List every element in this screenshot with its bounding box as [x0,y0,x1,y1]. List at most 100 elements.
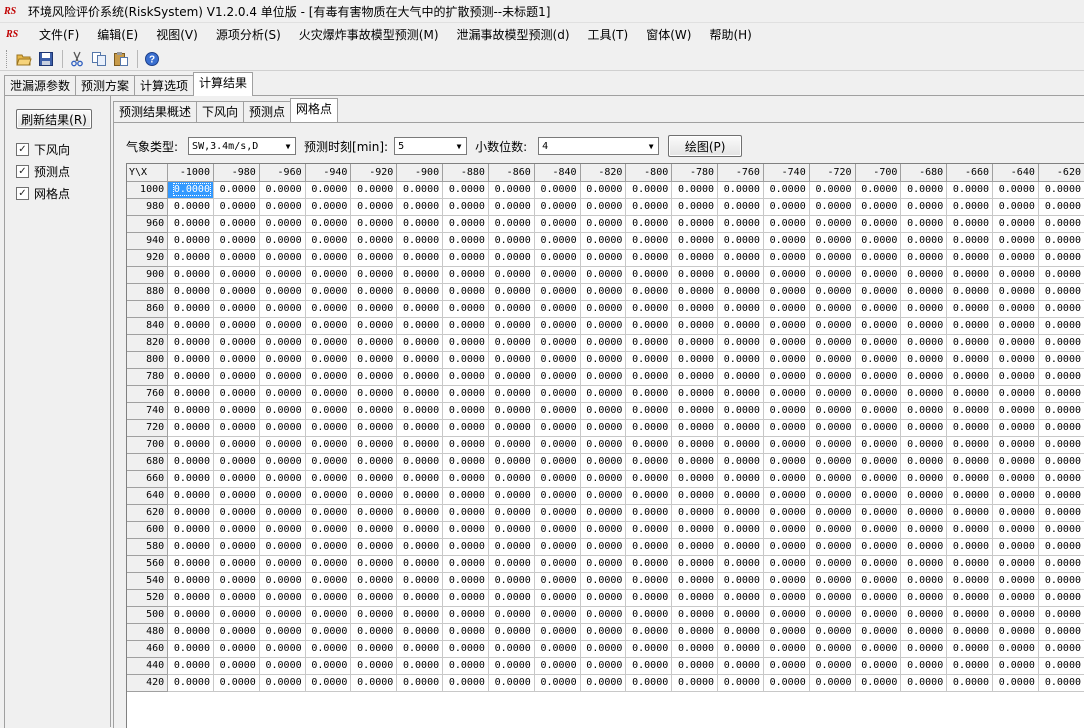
grid-cell[interactable]: 0.0000 [580,419,627,437]
concentration-grid[interactable]: Y\X -1000 -980 -960 -940 -920 -900 -880 -860 -840… [127,164,1084,692]
grid-cell[interactable]: 0.0000 [809,385,856,403]
grid-cell[interactable]: 0.0000 [167,487,214,505]
grid-cell[interactable]: 0.0000 [855,419,902,437]
grid-cell[interactable]: 0.0000 [167,283,214,301]
grid-cell[interactable]: 0.0000 [717,334,764,352]
grid-cell[interactable]: 0.0000 [900,266,948,284]
grid-cell[interactable]: 0.0000 [855,538,902,556]
grid-cell[interactable]: 0.0000 [992,674,1039,692]
grid-cell[interactable]: 0.0000 [855,657,902,675]
grid-cell[interactable]: 0.0000 [671,538,719,556]
grid-cell[interactable]: 0.0000 [580,538,627,556]
grid-cell[interactable]: 0.0000 [167,334,214,352]
grid-cell[interactable]: 0.0000 [396,487,444,505]
grid-cell[interactable]: 0.0000 [900,640,948,658]
grid-cell[interactable]: 0.0000 [717,300,764,318]
grid-cell[interactable]: 0.0000 [213,487,260,505]
grid-cell[interactable]: 0.0000 [717,538,764,556]
grid-cell[interactable]: 0.0000 [580,640,627,658]
grid-cell[interactable]: 0.0000 [717,555,764,573]
grid-cell[interactable]: 0.0000 [809,317,856,335]
menu-fire-explosion[interactable]: 火灾爆炸事故模型预测(M) [290,26,448,43]
grid-cell[interactable]: 0.0000 [305,572,352,590]
grid-cell[interactable]: 0.0000 [580,555,627,573]
grid-cell[interactable]: 0.0000 [167,181,214,199]
menu-view[interactable]: 视图(V) [147,26,207,43]
grid-cell[interactable]: 0.0000 [396,538,444,556]
grid-cell[interactable]: 0.0000 [946,674,994,692]
grid-cell[interactable]: 0.0000 [671,436,719,454]
grid-cell[interactable]: 0.0000 [213,351,260,369]
grid-cell[interactable]: 0.0000 [534,334,581,352]
grid-cell[interactable]: 0.0000 [1038,572,1084,590]
grid-cell[interactable]: 0.0000 [946,215,994,233]
grid-cell[interactable]: 0.0000 [213,266,260,284]
grid-cell[interactable]: 0.0000 [809,249,856,267]
grid-cell[interactable]: 0.0000 [625,504,673,522]
grid-cell[interactable]: 0.0000 [625,538,673,556]
grid-cell[interactable]: 0.0000 [488,300,535,318]
grid-cell[interactable]: 0.0000 [534,402,581,420]
grid-cell[interactable]: 0.0000 [900,521,948,539]
grid-cell[interactable]: 0.0000 [442,317,489,335]
grid-cell[interactable]: 0.0000 [855,283,902,301]
grid-cell[interactable]: 0.0000 [213,334,260,352]
grid-cell[interactable]: 0.0000 [946,589,994,607]
grid-cell[interactable]: 0.0000 [1038,402,1084,420]
grid-cell[interactable]: 0.0000 [717,351,764,369]
grid-cell[interactable]: 0.0000 [350,453,398,471]
grid-cell[interactable]: 0.0000 [167,589,214,607]
grid-cell[interactable]: 0.0000 [350,215,398,233]
grid-cell[interactable]: 0.0000 [488,572,535,590]
menu-help[interactable]: 帮助(H) [700,26,760,43]
grid-cell[interactable]: 0.0000 [717,402,764,420]
grid-cell[interactable]: 0.0000 [213,198,260,216]
grid-cell[interactable]: 0.0000 [442,538,489,556]
grid-cell[interactable]: 0.0000 [305,334,352,352]
grid-cell[interactable]: 0.0000 [763,198,810,216]
grid-cell[interactable]: 0.0000 [671,266,719,284]
grid-cell[interactable]: 0.0000 [213,232,260,250]
grid-cell[interactable]: 0.0000 [763,402,810,420]
grid-cell[interactable]: 0.0000 [992,623,1039,641]
grid-cell[interactable]: 0.0000 [900,198,948,216]
grid-cell[interactable]: 0.0000 [855,385,902,403]
grid-cell[interactable]: 0.0000 [1038,436,1084,454]
grid-cell[interactable]: 0.0000 [442,368,489,386]
grid-cell[interactable]: 0.0000 [350,368,398,386]
grid-cell[interactable]: 0.0000 [946,606,994,624]
grid-cell[interactable]: 0.0000 [855,249,902,267]
grid-cell[interactable]: 0.0000 [763,487,810,505]
grid-cell[interactable]: 0.0000 [717,419,764,437]
grid-cell[interactable]: 0.0000 [763,470,810,488]
grid-cell[interactable]: 0.0000 [396,402,444,420]
grid-cell[interactable]: 0.0000 [900,334,948,352]
grid-cell[interactable]: 0.0000 [900,572,948,590]
grid-cell[interactable]: 0.0000 [946,572,994,590]
grid-cell[interactable]: 0.0000 [855,674,902,692]
save-icon[interactable] [36,49,56,69]
grid-cell[interactable]: 0.0000 [213,300,260,318]
grid-cell[interactable]: 0.0000 [671,402,719,420]
grid-cell[interactable]: 0.0000 [259,232,306,250]
grid-cell[interactable]: 0.0000 [946,504,994,522]
decimal-places-select[interactable]: 4 ▼ [538,137,660,155]
grid-cell[interactable]: 0.0000 [946,317,994,335]
grid-cell[interactable]: 0.0000 [946,266,994,284]
grid-cell[interactable]: 0.0000 [580,487,627,505]
grid-cell[interactable]: 0.0000 [671,334,719,352]
grid-cell[interactable]: 0.0000 [350,470,398,488]
grid-cell[interactable]: 0.0000 [396,215,444,233]
grid-cell[interactable]: 0.0000 [671,657,719,675]
grid-cell[interactable]: 0.0000 [396,674,444,692]
grid-cell[interactable]: 0.0000 [946,623,994,641]
grid-cell[interactable]: 0.0000 [900,385,948,403]
grid-cell[interactable]: 0.0000 [625,640,673,658]
grid-cell[interactable]: 0.0000 [396,232,444,250]
grid-cell[interactable]: 0.0000 [259,249,306,267]
grid-cell[interactable]: 0.0000 [900,215,948,233]
grid-cell[interactable]: 0.0000 [488,623,535,641]
grid-cell[interactable]: 0.0000 [213,606,260,624]
grid-cell[interactable]: 0.0000 [717,215,764,233]
grid-cell[interactable]: 0.0000 [809,487,856,505]
